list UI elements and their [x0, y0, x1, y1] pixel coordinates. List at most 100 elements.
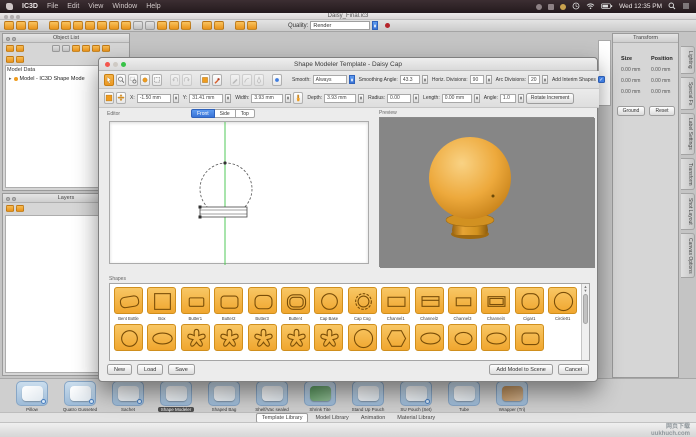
smooth-select[interactable]: Always	[313, 75, 347, 84]
battery-icon[interactable]	[601, 2, 613, 12]
smoothing-angle-field[interactable]: 43.3	[400, 75, 420, 84]
panel-collapse-buttons[interactable]	[6, 197, 16, 201]
primitive-box-icon[interactable]	[202, 21, 212, 30]
shape-tile-flower[interactable]	[181, 324, 210, 351]
settings-icon[interactable]	[102, 45, 110, 52]
shape-tile-flower[interactable]	[248, 324, 277, 351]
shape-tile-bent-bottle[interactable]	[114, 287, 143, 314]
open-group-icon[interactable]	[16, 56, 24, 63]
select-cursor-icon[interactable]	[49, 21, 59, 30]
layer-color-icon[interactable]	[16, 205, 24, 212]
shelf-item-quatro-gusseted[interactable]: Quatro Gusseted	[56, 380, 104, 412]
clock-icon[interactable]	[572, 2, 580, 12]
color-swatch-icon[interactable]	[104, 92, 114, 104]
dialog-window-controls[interactable]	[105, 62, 126, 67]
window-controls[interactable]	[4, 15, 20, 19]
zoom-button[interactable]	[121, 62, 126, 67]
shelf-item-stand-up-pouch[interactable]: Stand Up Pouch	[344, 380, 392, 412]
editor-tab-top[interactable]: Top	[236, 109, 255, 118]
template-thumbnail[interactable]	[496, 381, 528, 406]
edit-object-icon[interactable]	[6, 45, 14, 52]
length-field-stepper[interactable]	[474, 94, 480, 103]
shelf-item-shelf-vac-sealed[interactable]: Shelf/Vac sealed	[248, 380, 296, 412]
shape-tile-flower[interactable]	[281, 324, 310, 351]
library-tab-model-library[interactable]: Model Library	[310, 414, 353, 422]
angle-field-stepper[interactable]	[518, 94, 524, 103]
reset-button[interactable]: Reset	[649, 106, 675, 116]
template-thumbnail[interactable]	[64, 381, 96, 406]
snap-point-icon[interactable]	[272, 74, 282, 86]
app-menu[interactable]: IC3D	[22, 3, 38, 10]
y-field[interactable]: 31.41 mm	[189, 94, 223, 103]
open-file-icon[interactable]	[16, 21, 26, 30]
eyedropper-icon[interactable]	[212, 74, 222, 86]
side-tab-shot-layout[interactable]: Shot Layout	[681, 193, 695, 230]
shapes-scrollbar[interactable]: ▲▼	[581, 284, 589, 360]
star-tool-icon[interactable]	[157, 21, 167, 30]
control-center-icon[interactable]	[682, 2, 690, 12]
link-icon[interactable]	[82, 45, 90, 52]
zoom-region-icon[interactable]	[128, 74, 138, 86]
preview-viewport[interactable]	[379, 117, 594, 267]
width-field-stepper[interactable]	[285, 94, 291, 103]
move-up-icon[interactable]	[52, 45, 60, 52]
select-arrow-icon[interactable]	[104, 74, 114, 86]
menu-file[interactable]: File	[47, 3, 58, 10]
template-thumbnail[interactable]	[160, 381, 192, 406]
mirror-tool-icon[interactable]	[145, 21, 155, 30]
shape-tile-hexagon[interactable]	[381, 324, 410, 351]
wifi-icon[interactable]	[586, 2, 595, 12]
side-tab-special-fx[interactable]: Special Fx	[681, 77, 695, 110]
delete-object-icon[interactable]	[16, 45, 24, 52]
radius-field[interactable]: 0.00	[387, 94, 411, 103]
delete-tool-icon[interactable]	[121, 21, 131, 30]
x-field[interactable]: -1.50 mm	[137, 94, 171, 103]
shape-tile-flower[interactable]	[314, 324, 343, 351]
shelf-item-shaped-bag[interactable]: Shaped Bag	[200, 380, 248, 412]
redo-icon[interactable]	[247, 21, 257, 30]
smart-label-icon[interactable]	[169, 21, 179, 30]
shape-tile-flower[interactable]	[214, 324, 243, 351]
status-icon-2[interactable]	[548, 4, 554, 10]
arc-divisions-field-stepper[interactable]	[542, 75, 548, 84]
shape-tile-cigar1[interactable]	[515, 287, 544, 314]
template-thumbnail[interactable]	[352, 381, 384, 406]
move-down-icon[interactable]	[62, 45, 70, 52]
template-thumbnail[interactable]	[112, 381, 144, 406]
status-icon-1[interactable]	[536, 4, 542, 10]
shape-tile-circlebig[interactable]	[348, 324, 377, 351]
shape-tile-box[interactable]	[147, 287, 176, 314]
template-thumbnail[interactable]	[448, 381, 480, 406]
menu-edit[interactable]: Edit	[67, 3, 79, 10]
shape-tile-channel3[interactable]	[448, 287, 477, 314]
shelf-item-pillow[interactable]: Pillow	[8, 380, 56, 412]
draw-pencil-icon[interactable]	[230, 74, 240, 86]
shape-tile-channel4[interactable]	[481, 287, 510, 314]
zoom-tool-icon[interactable]	[61, 21, 71, 30]
rotate-increment-button[interactable]: Rotate Increment	[526, 93, 574, 104]
node-select-icon[interactable]	[140, 74, 150, 86]
apple-menu-icon[interactable]	[6, 3, 13, 10]
smoothing-angle-field-stepper[interactable]	[422, 75, 428, 84]
length-field[interactable]: 0.00 mm	[442, 94, 472, 103]
radius-field-stepper[interactable]	[413, 94, 419, 103]
width-field[interactable]: 3.93 mm	[251, 94, 283, 103]
marquee-select-icon[interactable]	[152, 74, 162, 86]
import-icon[interactable]	[85, 21, 95, 30]
shape-tile-butter1[interactable]	[181, 287, 210, 314]
save-button[interactable]: Save	[168, 364, 195, 375]
status-icon-3[interactable]	[560, 4, 566, 10]
side-tab-canvas-options[interactable]: Canvas Options	[681, 233, 695, 279]
smooth-select-stepper[interactable]	[349, 75, 355, 84]
undo-icon[interactable]	[235, 21, 245, 30]
horiz-divisions-field[interactable]: 90	[470, 75, 484, 84]
minimize-button[interactable]	[113, 62, 118, 67]
record-dot[interactable]	[385, 23, 390, 28]
template-thumbnail[interactable]	[256, 381, 288, 406]
new-file-icon[interactable]	[4, 21, 14, 30]
editor-tab-side[interactable]: Side	[215, 109, 236, 118]
shape-tile-ellipse[interactable]	[147, 324, 176, 351]
shelf-item-wrapper-tri-[interactable]: Wrapper (Tri)	[488, 380, 536, 412]
add-model-to-scene-button[interactable]: Add Model to Scene	[489, 364, 553, 375]
cancel-button[interactable]: Cancel	[558, 364, 589, 375]
